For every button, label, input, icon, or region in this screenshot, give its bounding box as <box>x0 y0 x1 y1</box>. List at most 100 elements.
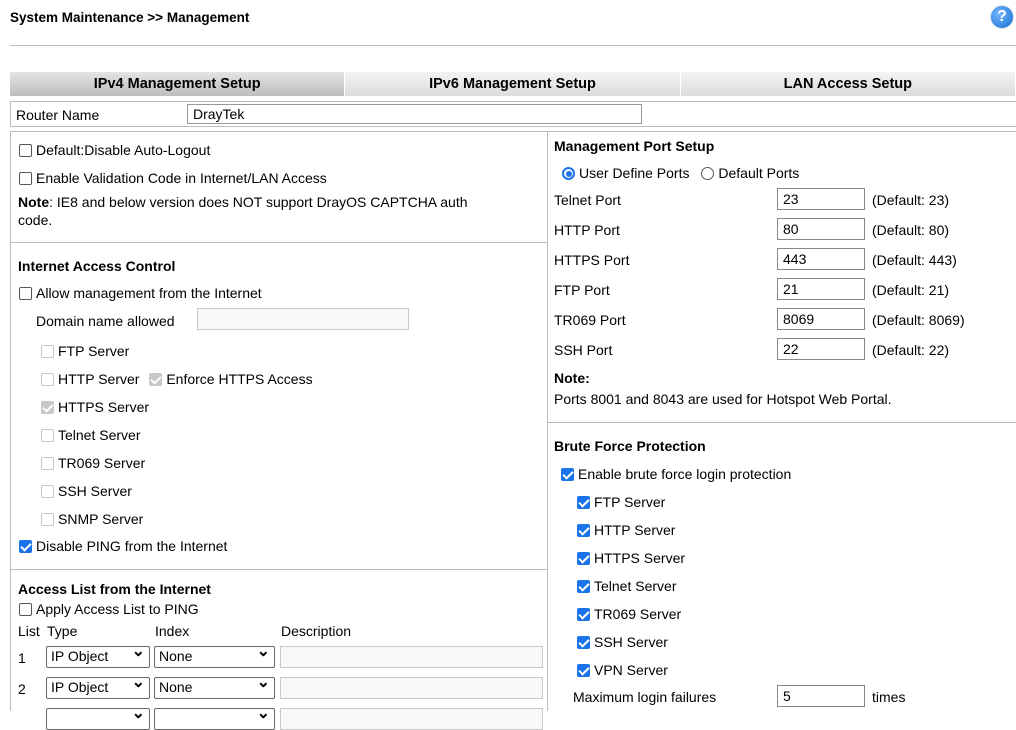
disable-ping-option[interactable]: Disable PING from the Internet <box>19 538 227 554</box>
enable-validation-code-option[interactable]: Enable Validation Code in Internet/LAN A… <box>19 170 327 186</box>
apply-access-list-option[interactable]: Apply Access List to PING <box>19 601 199 617</box>
http-server-label: HTTP Server <box>58 371 140 387</box>
header-divider <box>10 45 1016 46</box>
ssh-server-option[interactable]: SSH Server <box>41 483 132 499</box>
bf-ssh-checkbox[interactable] <box>577 636 590 649</box>
bf-vpn-checkbox[interactable] <box>577 664 590 677</box>
default-disable-autologout-option[interactable]: Default:Disable Auto-Logout <box>19 142 210 158</box>
bf-https-option[interactable]: HTTPS Server <box>577 550 685 566</box>
http-server-option[interactable]: HTTP Server Enforce HTTPS Access <box>41 371 313 387</box>
ftp-server-checkbox[interactable] <box>41 345 54 358</box>
telnet-port-label: Telnet Port <box>554 192 621 208</box>
col-index-header: Index <box>155 623 190 639</box>
bf-ftp-checkbox[interactable] <box>577 496 590 509</box>
telnet-port-input[interactable] <box>777 188 865 210</box>
snmp-server-option[interactable]: SNMP Server <box>41 511 143 527</box>
col-description-header: Description <box>281 623 352 639</box>
note-label: Note <box>18 194 50 210</box>
bf-telnet-option[interactable]: Telnet Server <box>577 578 676 594</box>
allow-mgmt-option[interactable]: Allow management from the Internet <box>19 285 262 301</box>
apply-access-list-checkbox[interactable] <box>19 603 32 616</box>
description-input[interactable] <box>280 677 543 699</box>
default-disable-autologout-checkbox[interactable] <box>19 144 32 157</box>
port-note-text: Ports 8001 and 8043 are used for Hotspot… <box>554 391 892 407</box>
description-input[interactable] <box>280 708 543 730</box>
http-port-label: HTTP Port <box>554 222 620 238</box>
https-port-label: HTTPS Port <box>554 252 630 268</box>
https-port-input[interactable] <box>777 248 865 270</box>
ftp-port-input[interactable] <box>777 278 865 300</box>
https-server-option[interactable]: HTTPS Server <box>41 399 149 415</box>
index-select[interactable] <box>154 703 275 730</box>
note-text-line2: code. <box>18 212 53 228</box>
http-port-input[interactable] <box>777 218 865 240</box>
telnet-server-checkbox[interactable] <box>41 429 54 442</box>
page-breadcrumb: System Maintenance >> Management <box>10 10 250 25</box>
type-select[interactable]: IP Object <box>46 641 150 668</box>
max-login-failures-label: Maximum login failures <box>573 689 717 705</box>
right-panel: Management Port Setup User Define Ports … <box>547 131 1016 711</box>
index-select[interactable]: None <box>154 641 275 668</box>
bf-tr069-option[interactable]: TR069 Server <box>577 606 681 622</box>
telnet-server-option[interactable]: Telnet Server <box>41 427 140 443</box>
allow-mgmt-label: Allow management from the Internet <box>36 285 262 301</box>
domain-name-allowed-label: Domain name allowed <box>36 313 175 329</box>
router-name-input[interactable] <box>187 104 642 124</box>
brute-force-title: Brute Force Protection <box>554 438 706 454</box>
description-input[interactable] <box>280 646 543 668</box>
tab-lan-access[interactable]: LAN Access Setup <box>680 72 1016 96</box>
apply-access-list-label: Apply Access List to PING <box>36 601 199 617</box>
tr069-port-default: (Default: 8069) <box>872 312 965 328</box>
type-select[interactable]: IP Object <box>46 672 150 699</box>
enable-validation-code-checkbox[interactable] <box>19 172 32 185</box>
access-list-title: Access List from the Internet <box>18 581 211 597</box>
ssh-server-checkbox[interactable] <box>41 485 54 498</box>
http-server-checkbox[interactable] <box>41 373 54 386</box>
tr069-server-checkbox[interactable] <box>41 457 54 470</box>
router-name-label: Router Name <box>16 107 100 123</box>
bf-ftp-option[interactable]: FTP Server <box>577 494 665 510</box>
row-number: 1 <box>18 650 26 666</box>
left-panel: Default:Disable Auto-Logout Enable Valid… <box>10 131 548 730</box>
enable-validation-code-label: Enable Validation Code in Internet/LAN A… <box>36 170 327 186</box>
tab-ipv6-management[interactable]: IPv6 Management Setup <box>345 72 681 96</box>
type-select[interactable] <box>46 703 150 730</box>
default-ports-label: Default Ports <box>718 165 800 181</box>
ftp-server-option[interactable]: FTP Server <box>41 343 129 359</box>
https-server-checkbox[interactable] <box>41 401 54 414</box>
bf-telnet-checkbox[interactable] <box>577 580 590 593</box>
enable-brute-force-option[interactable]: Enable brute force login protection <box>561 466 791 482</box>
enforce-https-checkbox[interactable] <box>149 373 163 386</box>
note-text-line1: : IE8 and below version does NOT support… <box>49 194 468 210</box>
tab-ipv4-management[interactable]: IPv4 Management Setup <box>10 72 346 96</box>
bf-https-checkbox[interactable] <box>577 552 590 565</box>
tr069-port-input[interactable] <box>777 308 865 330</box>
enable-brute-force-checkbox[interactable] <box>561 468 574 481</box>
user-define-ports-label: User Define Ports <box>579 165 690 181</box>
bf-tr069-checkbox[interactable] <box>577 608 590 621</box>
help-icon[interactable]: ? <box>991 6 1013 28</box>
bf-ssh-option[interactable]: SSH Server <box>577 634 668 650</box>
index-select[interactable]: None <box>154 672 275 699</box>
user-define-ports-radio[interactable] <box>562 167 575 180</box>
bf-http-option[interactable]: HTTP Server <box>577 522 675 538</box>
tab-bar: IPv4 Management Setup IPv6 Management Se… <box>10 72 1016 96</box>
internet-access-control-title: Internet Access Control <box>18 258 176 274</box>
ssh-port-input[interactable] <box>777 338 865 360</box>
bf-ftp-label: FTP Server <box>594 494 666 510</box>
max-login-failures-input[interactable] <box>777 685 865 707</box>
ftp-port-default: (Default: 21) <box>872 282 950 298</box>
bf-vpn-option[interactable]: VPN Server <box>577 662 668 678</box>
section-divider <box>548 422 1016 423</box>
col-list-header: List <box>18 623 40 639</box>
disable-ping-checkbox[interactable] <box>19 540 32 553</box>
tr069-server-option[interactable]: TR069 Server <box>41 455 145 471</box>
section-divider <box>11 569 547 570</box>
default-ports-radio[interactable] <box>701 167 715 180</box>
port-mode-options: User Define Ports Default Ports <box>562 165 799 181</box>
domain-name-allowed-input[interactable] <box>197 308 409 330</box>
bf-http-checkbox[interactable] <box>577 524 590 537</box>
https-port-default: (Default: 443) <box>872 252 957 268</box>
snmp-server-checkbox[interactable] <box>41 513 54 526</box>
allow-mgmt-checkbox[interactable] <box>19 287 32 300</box>
